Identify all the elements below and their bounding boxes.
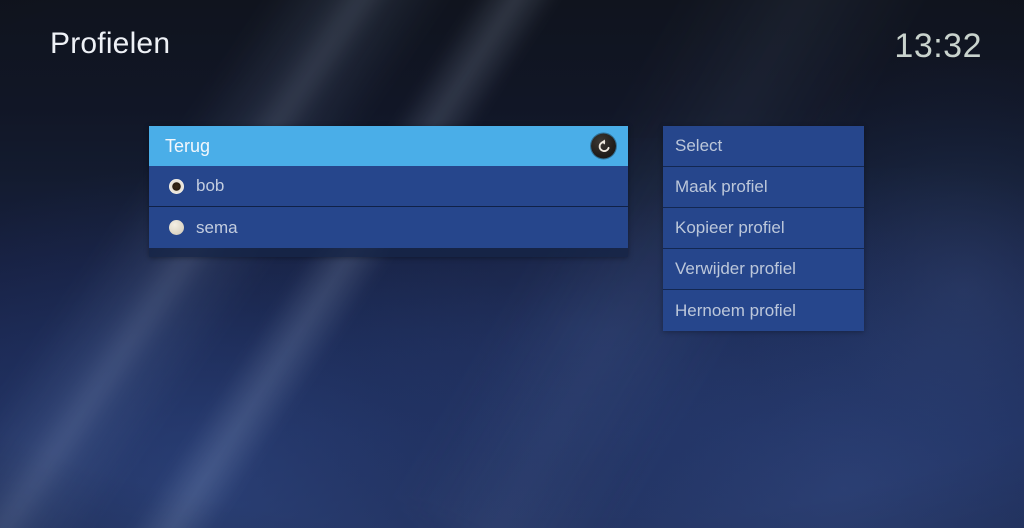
context-menu: Select Maak profiel Kopieer profiel Verw…	[663, 126, 864, 331]
page-title: Profielen	[50, 27, 171, 60]
back-button-label: Terug	[165, 135, 211, 156]
back-button[interactable]: Terug	[149, 126, 628, 166]
menu-item-select[interactable]: Select	[663, 126, 864, 167]
menu-item-copy-profile[interactable]: Kopieer profiel	[663, 208, 864, 249]
menu-item-rename-profile[interactable]: Hernoem profiel	[663, 290, 864, 331]
menu-item-create-profile[interactable]: Maak profiel	[663, 167, 864, 208]
avatar	[169, 220, 184, 235]
undo-arrow-icon[interactable]	[591, 133, 616, 159]
list-item[interactable]: sema	[149, 207, 628, 248]
light-ray-secondary	[125, 0, 675, 528]
avatar	[169, 178, 184, 194]
menu-item-delete-profile[interactable]: Verwijder profiel	[663, 249, 864, 290]
profiles-list: bob sema	[149, 166, 628, 257]
light-ray-primary	[0, 0, 568, 528]
clock: 13:32	[894, 27, 982, 65]
list-item[interactable]: bob	[149, 166, 628, 207]
profile-name: bob	[196, 176, 225, 195]
profiles-screen: Profielen 13:32 Terug bob sema Select Ma…	[0, 0, 1024, 528]
profile-name: sema	[196, 217, 238, 237]
background-vignette	[0, 0, 1024, 528]
profiles-panel: Terug bob sema	[149, 126, 628, 257]
